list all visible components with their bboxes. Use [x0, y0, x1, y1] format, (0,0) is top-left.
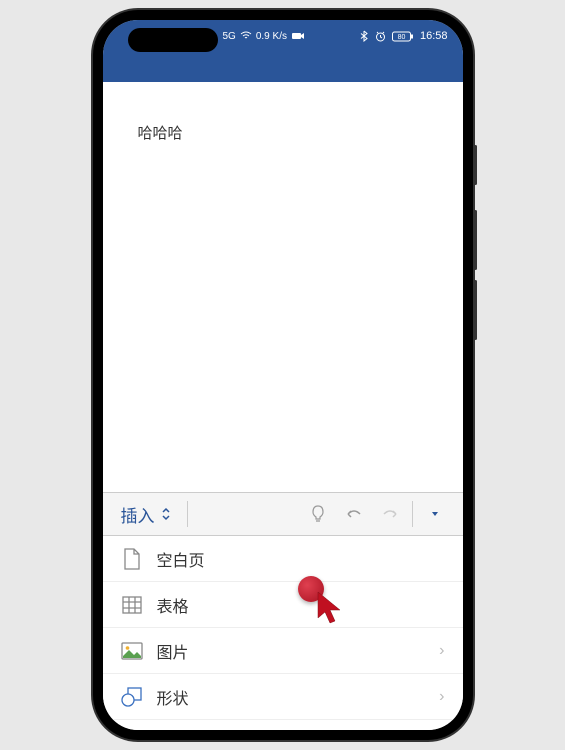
battery-icon: 80 — [392, 31, 414, 42]
speed-label: 0.9 K/s — [256, 31, 287, 42]
image-icon — [121, 640, 143, 662]
phone-frame: 5G 0.9 K/s 80 16:58 哈哈哈 插入 — [93, 10, 473, 740]
app-header — [103, 52, 463, 82]
divider — [412, 501, 413, 527]
alarm-icon — [375, 31, 386, 42]
menu-item-table[interactable]: 表格 — [103, 582, 463, 628]
toolbar: 插入 — [103, 492, 463, 536]
insert-menu: 空白页 表格 图片 › 形状 › — [103, 536, 463, 730]
chevron-right-icon: › — [439, 688, 444, 706]
toolbar-tab-label: 插入 — [121, 502, 155, 527]
menu-item-image[interactable]: 图片 › — [103, 628, 463, 674]
bluetooth-icon — [360, 30, 369, 42]
signal-icon: 5G — [223, 31, 236, 42]
menu-label: 图片 — [157, 639, 426, 663]
divider — [187, 501, 188, 527]
screen: 5G 0.9 K/s 80 16:58 哈哈哈 插入 — [103, 20, 463, 730]
redo-icon[interactable] — [372, 507, 408, 521]
volume-up-button — [474, 210, 477, 270]
svg-text:80: 80 — [398, 34, 406, 41]
more-dropdown-icon[interactable] — [417, 510, 453, 518]
document-area[interactable]: 哈哈哈 — [103, 82, 463, 492]
volume-down-button — [474, 280, 477, 340]
status-left: 5G 0.9 K/s — [223, 31, 305, 42]
document-text: 哈哈哈 — [138, 125, 183, 142]
camera-icon — [291, 31, 305, 41]
menu-item-shape[interactable]: 形状 › — [103, 674, 463, 720]
menu-label: 空白页 — [157, 547, 445, 571]
status-right: 80 16:58 — [360, 30, 448, 42]
wifi-icon — [240, 31, 252, 41]
undo-icon[interactable] — [336, 507, 372, 521]
menu-label: 形状 — [157, 685, 426, 709]
notch — [128, 28, 218, 52]
blank-page-icon — [121, 548, 143, 570]
menu-item-textbox[interactable]: A 文本框 — [103, 720, 463, 730]
time-label: 16:58 — [420, 30, 448, 42]
power-button — [474, 145, 477, 185]
shape-icon — [121, 686, 143, 708]
lightbulb-icon[interactable] — [300, 504, 336, 524]
table-icon — [121, 594, 143, 616]
tab-updown-icon — [161, 506, 171, 522]
menu-item-blank-page[interactable]: 空白页 — [103, 536, 463, 582]
menu-label: 表格 — [157, 593, 445, 617]
toolbar-tab-insert[interactable]: 插入 — [113, 502, 179, 527]
chevron-right-icon: › — [439, 642, 444, 660]
